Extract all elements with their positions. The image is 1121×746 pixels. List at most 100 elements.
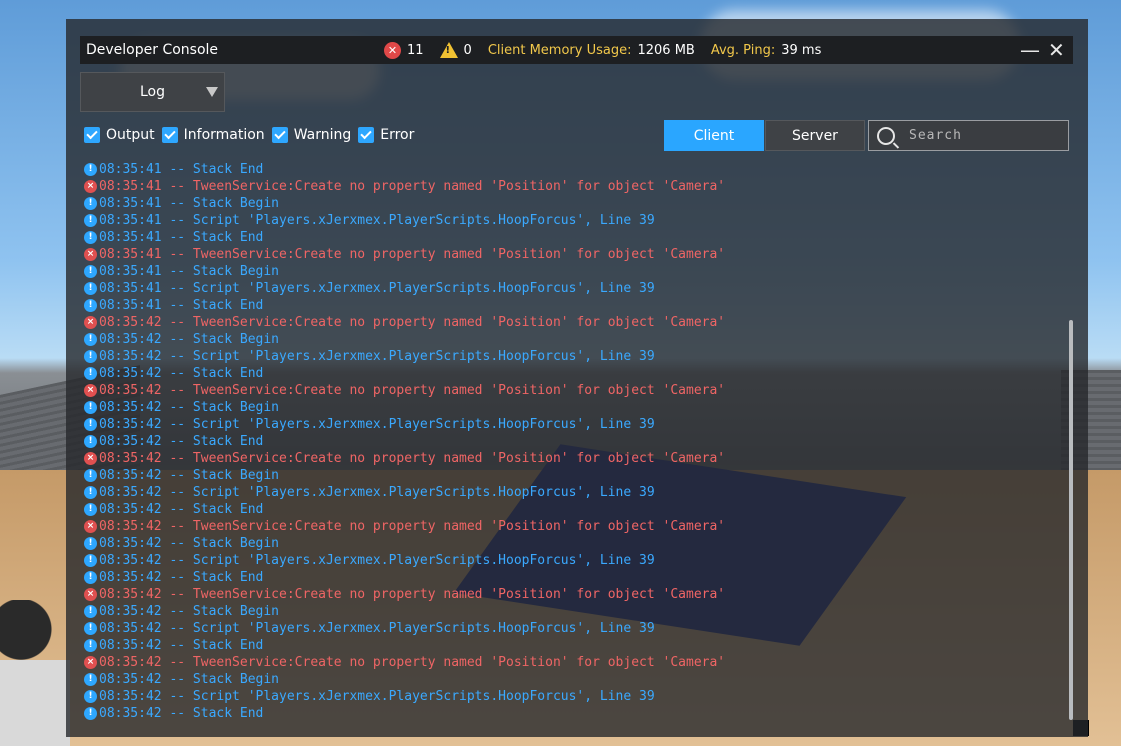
filter-information[interactable]: Information (161, 127, 265, 143)
checkbox-warning[interactable] (271, 127, 288, 143)
log-line: ! 08:35:42 -- Script 'Players.xJerxmex.Pl… (84, 688, 1064, 705)
search-icon (877, 126, 895, 145)
info-icon: ! (84, 605, 97, 618)
log-line-text: 08:35:41 -- Script 'Players.xJerxmex.Pla… (99, 281, 655, 296)
log-line-text: 08:35:41 -- Stack Begin (99, 264, 280, 279)
info-icon: ! (84, 435, 97, 448)
log-line: ! 08:35:42 -- Stack Begin (84, 399, 1064, 416)
log-line: ! 08:35:41 -- Stack Begin (84, 263, 1064, 280)
log-scrollbar[interactable] (1069, 320, 1073, 720)
filter-error[interactable]: Error (358, 127, 414, 143)
log-line: ! 08:35:41 -- Stack End (84, 161, 1064, 178)
info-icon: ! (84, 350, 97, 363)
log-line: ! 08:35:42 -- Script 'Players.xJerxmex.Pl… (84, 484, 1064, 501)
info-icon: ! (84, 282, 97, 295)
log-line-text: 08:35:42 -- Script 'Players.xJerxmex.Pla… (99, 417, 655, 432)
log-line: × 08:35:42 -- TweenService:Create no prop… (84, 586, 1064, 603)
chevron-down-icon (206, 87, 218, 97)
log-line-text: 08:35:42 -- Stack End (99, 502, 264, 517)
developer-console: Developer Console ✕ 11 ! 0 Client Memory… (66, 19, 1088, 737)
search-input[interactable] (907, 127, 1061, 144)
log-line-text: 08:35:42 -- Stack Begin (99, 672, 280, 687)
log-line: ! 08:35:42 -- Script 'Players.xJerxmex.Pl… (84, 416, 1064, 433)
close-button[interactable]: ✕ (1048, 38, 1065, 62)
checkbox-error[interactable] (358, 127, 375, 143)
error-icon: × (84, 520, 97, 533)
player-avatar (0, 600, 70, 746)
log-line-text: 08:35:42 -- TweenService:Create no prope… (99, 315, 726, 330)
log-line-text: 08:35:42 -- Stack Begin (99, 468, 280, 483)
log-line-text: 08:35:42 -- TweenService:Create no prope… (99, 519, 726, 534)
view-dropdown-label: Log (139, 84, 165, 100)
log-line: × 08:35:42 -- TweenService:Create no prop… (84, 654, 1064, 671)
error-icon: × (84, 656, 97, 669)
info-icon: ! (84, 367, 97, 380)
memory-value: 1206 MB (637, 42, 695, 58)
log-filters: Output Information Warning Error (84, 127, 414, 143)
info-icon: ! (84, 571, 97, 584)
log-line: ! 08:35:42 -- Stack End (84, 433, 1064, 450)
checkbox-output[interactable] (84, 127, 100, 143)
info-icon: ! (84, 639, 97, 652)
error-icon: ✕ (384, 41, 401, 59)
log-line-text: 08:35:41 -- Stack End (99, 298, 264, 313)
log-line-text: 08:35:41 -- Stack Begin (99, 196, 280, 211)
tab-server[interactable]: Server (765, 120, 865, 151)
log-line-text: 08:35:42 -- TweenService:Create no prope… (99, 587, 726, 602)
info-icon: ! (84, 486, 97, 499)
log-line-text: 08:35:41 -- TweenService:Create no prope… (99, 179, 726, 194)
console-stats: ✕ 11 ! 0 Client Memory Usage: 1206 MB Av… (384, 36, 831, 64)
info-icon: ! (84, 622, 97, 635)
filter-output[interactable]: Output (84, 127, 155, 143)
filter-warning[interactable]: Warning (271, 127, 352, 143)
info-icon: ! (84, 673, 97, 686)
filter-error-label: Error (380, 127, 415, 143)
info-icon: ! (84, 265, 97, 278)
log-line: ! 08:35:41 -- Stack End (84, 297, 1064, 314)
log-line: × 08:35:42 -- TweenService:Create no prop… (84, 450, 1064, 467)
log-line-text: 08:35:42 -- Script 'Players.xJerxmex.Pla… (99, 553, 655, 568)
minimize-button[interactable]: — (1020, 38, 1040, 62)
error-icon: × (84, 384, 97, 397)
log-line-text: 08:35:41 -- TweenService:Create no prope… (99, 247, 726, 262)
log-line: ! 08:35:41 -- Script 'Players.xJerxmex.Pl… (84, 280, 1064, 297)
info-icon: ! (84, 231, 97, 244)
memory-label: Client Memory Usage: (487, 42, 632, 58)
log-line-text: 08:35:42 -- Script 'Players.xJerxmex.Pla… (99, 621, 655, 636)
filter-information-label: Information (183, 127, 265, 143)
console-title: Developer Console (86, 42, 219, 58)
error-icon: × (84, 248, 97, 261)
log-line-text: 08:35:42 -- Script 'Players.xJerxmex.Pla… (99, 689, 655, 704)
error-icon: × (84, 452, 97, 465)
info-icon: ! (84, 214, 97, 227)
checkbox-information[interactable] (161, 127, 178, 143)
error-icon: × (84, 316, 97, 329)
log-line-text: 08:35:42 -- TweenService:Create no prope… (99, 655, 726, 670)
log-line-text: 08:35:42 -- TweenService:Create no prope… (99, 383, 726, 398)
log-line: ! 08:35:42 -- Stack End (84, 501, 1064, 518)
log-line-text: 08:35:42 -- Stack Begin (99, 536, 280, 551)
log-line: ! 08:35:42 -- Stack Begin (84, 603, 1064, 620)
info-icon: ! (84, 469, 97, 482)
ping-value: 39 ms (781, 42, 822, 58)
log-output[interactable]: ! 08:35:41 -- Stack End × 08:35:41 -- Tween… (84, 161, 1064, 721)
console-titlebar[interactable]: Developer Console ✕ 11 ! 0 Client Memory… (80, 36, 1073, 64)
log-line: ! 08:35:41 -- Stack Begin (84, 195, 1064, 212)
log-line: ! 08:35:41 -- Stack End (84, 229, 1064, 246)
log-line: × 08:35:41 -- TweenService:Create no prop… (84, 246, 1064, 263)
filter-output-label: Output (106, 127, 155, 143)
log-line: ! 08:35:42 -- Stack Begin (84, 535, 1064, 552)
log-line-text: 08:35:42 -- Stack End (99, 706, 264, 721)
filter-warning-label: Warning (293, 127, 352, 143)
view-dropdown[interactable]: Log (80, 72, 225, 112)
log-line-text: 08:35:42 -- Stack End (99, 366, 264, 381)
search-box[interactable] (868, 120, 1069, 151)
log-line: ! 08:35:42 -- Stack Begin (84, 671, 1064, 688)
info-icon: ! (84, 503, 97, 516)
tab-client[interactable]: Client (664, 120, 764, 151)
log-line-text: 08:35:42 -- Stack Begin (99, 332, 280, 347)
log-line-text: 08:35:42 -- TweenService:Create no prope… (99, 451, 726, 466)
log-line: ! 08:35:41 -- Script 'Players.xJerxmex.Pl… (84, 212, 1064, 229)
info-icon: ! (84, 418, 97, 431)
log-line: ! 08:35:42 -- Stack End (84, 637, 1064, 654)
